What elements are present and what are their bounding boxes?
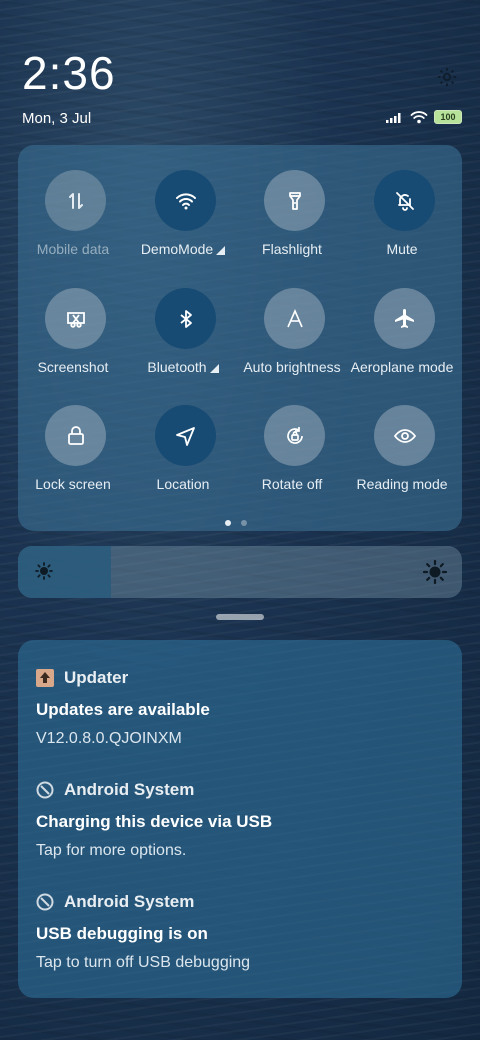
tile-toggle-circle[interactable]	[374, 288, 435, 349]
expand-arrow-icon[interactable]	[209, 364, 219, 373]
mobile-data-icon	[68, 192, 83, 209]
drag-handle[interactable]	[216, 614, 264, 620]
rotate-lock-icon	[286, 426, 303, 444]
tile-label-text: Reading mode	[356, 476, 448, 492]
notification-title: Charging this device via USB	[36, 812, 273, 831]
notification-body: Tap to turn off USB debugging	[36, 954, 251, 971]
brightness-low-icon	[35, 562, 53, 580]
notification-app-row: Android System	[36, 780, 446, 800]
tile-label: Rotate off	[231, 476, 353, 492]
tile-flashlight[interactable]: Flashlight	[237, 145, 347, 257]
tile-label-text: DemoMode	[140, 241, 214, 257]
tile-aeroplane-mode[interactable]: Aeroplane mode	[347, 263, 457, 375]
wifi-icon	[175, 192, 196, 209]
notification-app-name: Updater	[64, 668, 129, 687]
tile-label: Location	[122, 476, 244, 492]
eye-icon	[393, 428, 416, 443]
location-icon	[175, 426, 195, 446]
brightness-slider-fill	[18, 546, 112, 598]
tile-mute[interactable]: Mute	[347, 145, 457, 257]
notification-body: Tap for more options.	[36, 842, 187, 859]
cellular-signal-icon	[386, 113, 401, 123]
tile-bluetooth[interactable]: Bluetooth	[128, 263, 238, 375]
tile-toggle-circle[interactable]	[264, 170, 325, 231]
tile-label-text: Bluetooth	[147, 359, 207, 375]
aeroplane-icon	[394, 308, 414, 328]
tile-toggle-circle[interactable]	[155, 288, 216, 349]
tile-label: Flashlight	[231, 241, 353, 257]
page-dot-active	[225, 520, 231, 526]
status-bar-icons: 100	[386, 110, 462, 124]
wifi-status-icon	[410, 111, 428, 124]
tile-label-text: Aeroplane mode	[350, 359, 454, 375]
android-system-icon	[36, 781, 54, 799]
tile-label: Reading mode	[341, 476, 463, 492]
mute-bell-icon	[395, 191, 414, 211]
flashlight-icon	[288, 191, 301, 210]
tile-screenshot[interactable]: Screenshot	[18, 263, 128, 375]
notification-app-name: Android System	[64, 780, 195, 799]
notification-app-row: Android System	[36, 892, 446, 912]
notification-title: Updates are available	[36, 700, 210, 719]
tile-rotate-off[interactable]: Rotate off	[237, 380, 347, 492]
expand-arrow-icon[interactable]	[216, 246, 226, 255]
tile-toggle-circle[interactable]	[264, 288, 325, 349]
tile-label: Auto brightness	[231, 359, 353, 375]
updater-icon	[36, 669, 54, 687]
tile-label-text: Mobile data	[36, 241, 110, 257]
notification-panel: Updater Updates are available V12.0.8.0.…	[18, 640, 462, 998]
tile-label: Screenshot	[12, 359, 134, 375]
battery-indicator: 100	[434, 110, 462, 124]
brightness-slider[interactable]	[18, 546, 462, 598]
tile-label: Aeroplane mode	[341, 359, 463, 375]
clock-date[interactable]: Mon, 3 Jul	[22, 110, 91, 127]
page-indicator	[225, 520, 247, 526]
tile-label: Bluetooth	[122, 359, 244, 375]
lock-icon	[67, 425, 84, 445]
tile-demomode[interactable]: DemoMode	[128, 145, 238, 257]
notification-body: V12.0.8.0.QJOINXM	[36, 730, 182, 747]
notification-app-row: Updater	[36, 668, 446, 688]
tile-location[interactable]: Location	[128, 380, 238, 492]
tile-label-text: Rotate off	[261, 476, 323, 492]
screenshot-scissors-icon	[66, 311, 85, 328]
tile-toggle-circle[interactable]	[264, 405, 325, 466]
tile-auto-brightness[interactable]: Auto brightness	[237, 263, 347, 375]
android-system-icon	[36, 893, 54, 911]
page-dot-inactive	[241, 520, 247, 526]
tile-reading-mode[interactable]: Reading mode	[347, 380, 457, 492]
tile-label-text: Flashlight	[262, 241, 322, 257]
notification-item[interactable]: Android System Charging this device via …	[36, 780, 446, 860]
tile-toggle-circle[interactable]	[374, 405, 435, 466]
auto-brightness-icon	[286, 308, 303, 327]
settings-gear-icon[interactable]	[436, 66, 458, 88]
clock-time[interactable]: 2:36	[22, 50, 116, 96]
notification-app-name: Android System	[64, 892, 195, 911]
tile-mobile-data[interactable]: Mobile data	[18, 145, 128, 257]
tile-toggle-circle[interactable]	[155, 170, 216, 231]
tile-lock-screen[interactable]: Lock screen	[18, 380, 128, 492]
tile-label-text: Location	[156, 476, 210, 492]
tile-label-text: Mute	[386, 241, 418, 257]
tile-toggle-circle[interactable]	[45, 170, 106, 231]
tile-toggle-circle[interactable]	[45, 405, 106, 466]
tile-toggle-circle[interactable]	[155, 405, 216, 466]
notification-item[interactable]: Updater Updates are available V12.0.8.0.…	[36, 668, 446, 748]
tile-toggle-circle[interactable]	[45, 288, 106, 349]
notification-title: USB debugging is on	[36, 924, 208, 943]
bluetooth-icon	[179, 309, 192, 328]
tile-label-text: Screenshot	[37, 359, 109, 375]
tile-label: Lock screen	[12, 476, 134, 492]
tile-label-text: Auto brightness	[243, 359, 341, 375]
tile-label-text: Lock screen	[35, 476, 111, 492]
tile-label: Mobile data	[12, 241, 134, 257]
tile-label: DemoMode	[122, 241, 244, 257]
notification-item[interactable]: Android System USB debugging is on Tap t…	[36, 892, 446, 972]
tile-label: Mute	[341, 241, 463, 257]
brightness-high-icon	[422, 559, 448, 585]
tile-toggle-circle[interactable]	[374, 170, 435, 231]
